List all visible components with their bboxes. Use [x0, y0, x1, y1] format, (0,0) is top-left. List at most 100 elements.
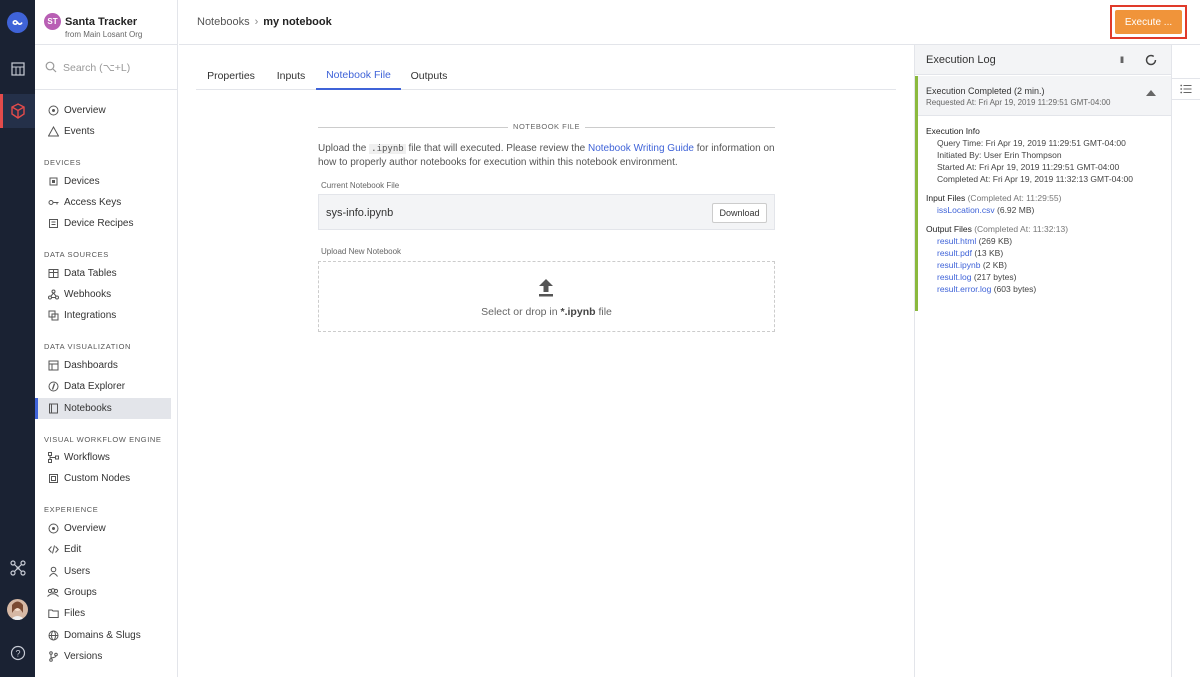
svg-text:?: ?: [15, 649, 20, 659]
current-file-label: Current Notebook File: [321, 181, 400, 190]
collapse-caret-icon[interactable]: [1146, 90, 1156, 96]
pause-icon[interactable]: II: [1120, 55, 1124, 65]
help-icon[interactable]: ?: [0, 636, 35, 670]
page-header: Notebooks › my notebook Execute ...: [179, 0, 1200, 45]
compass-icon: [47, 381, 59, 393]
execution-entry-header[interactable]: Execution Completed (2 min.) Requested A…: [918, 76, 1171, 116]
nav-experience-overview[interactable]: Overview: [35, 518, 171, 539]
list-icon[interactable]: [1172, 78, 1200, 100]
table-icon: [47, 268, 59, 280]
nav-groups[interactable]: Groups: [35, 582, 171, 603]
nav-devices[interactable]: Devices: [35, 171, 171, 192]
losant-logo-icon[interactable]: [7, 12, 28, 33]
nav-versions[interactable]: Versions: [35, 646, 171, 667]
tab-notebook-file[interactable]: Notebook File: [316, 62, 401, 90]
tab-properties[interactable]: Properties: [196, 62, 266, 90]
input-files-heading: Input Files (Completed At: 11:29:55): [926, 193, 1062, 203]
output-file-link[interactable]: result.error.log: [937, 284, 991, 294]
nav-notebooks[interactable]: Notebooks: [35, 398, 171, 419]
refresh-icon[interactable]: [1145, 54, 1157, 66]
execute-highlight: Execute ...: [1110, 5, 1187, 39]
notebook-writing-guide-link[interactable]: Notebook Writing Guide: [588, 143, 694, 154]
search-input[interactable]: Search (⌥+L): [63, 62, 130, 74]
right-toolbar: [1172, 45, 1200, 677]
tab-inputs[interactable]: Inputs: [266, 62, 316, 90]
input-file-link[interactable]: issLocation.csv: [937, 205, 995, 215]
custom-node-icon: [47, 473, 59, 485]
download-button[interactable]: Download: [712, 203, 767, 223]
output-file-link[interactable]: result.pdf: [937, 248, 972, 258]
nav-device-recipes[interactable]: Device Recipes: [35, 213, 171, 234]
globe-icon: [47, 630, 59, 642]
app-avatar: ST: [44, 13, 61, 30]
nav-section-devices: DEVICES: [44, 158, 82, 167]
notebook-tabs: Properties Inputs Notebook File Outputs: [196, 62, 896, 90]
app-rail: ?: [0, 0, 35, 677]
warning-icon: [47, 126, 59, 138]
nav-edit[interactable]: Edit: [35, 539, 171, 560]
output-file-row: result.log (217 bytes): [937, 272, 1017, 282]
execute-button[interactable]: Execute ...: [1115, 10, 1182, 34]
nav-files[interactable]: Files: [35, 603, 171, 624]
notebook-icon: [47, 403, 59, 415]
integration-icon: [47, 310, 59, 322]
output-files-heading: Output Files (Completed At: 11:32:13): [926, 224, 1069, 234]
output-file-link[interactable]: result.log: [937, 272, 972, 282]
input-file-row: issLocation.csv (6.92 MB): [937, 205, 1035, 215]
search-icon: [45, 61, 57, 73]
execution-log-panel: Execution Log II Execution Completed (2 …: [914, 45, 1172, 677]
execution-log-entry: Execution Completed (2 min.) Requested A…: [915, 76, 1171, 311]
execution-log-header: Execution Log II: [915, 45, 1171, 75]
network-icon[interactable]: [0, 551, 35, 585]
completed-at: Completed At: Fri Apr 19, 2019 11:32:13 …: [937, 174, 1133, 184]
breadcrumb-notebooks[interactable]: Notebooks: [197, 16, 250, 28]
overview-icon: [47, 105, 59, 117]
current-file-name: sys-info.ipynb: [326, 207, 394, 219]
upload-dropzone[interactable]: Select or drop in *.ipynb file: [318, 261, 775, 332]
chip-icon: [47, 176, 59, 188]
output-file-row: result.pdf (13 KB): [937, 248, 1004, 258]
search-field[interactable]: Search (⌥+L): [35, 45, 178, 90]
nav-data-tables[interactable]: Data Tables: [35, 263, 171, 284]
output-file-link[interactable]: result.html: [937, 236, 976, 246]
dashboard-icon[interactable]: [0, 52, 35, 86]
nav-section-vwe: VISUAL WORKFLOW ENGINE: [44, 435, 162, 444]
app-name: Santa Tracker: [65, 16, 138, 28]
nav-webhooks[interactable]: Webhooks: [35, 284, 171, 305]
output-file-row: result.error.log (603 bytes): [937, 284, 1037, 294]
cube-icon[interactable]: [0, 94, 35, 128]
avatar[interactable]: [7, 599, 28, 620]
nav-overview[interactable]: Overview: [35, 100, 171, 121]
webhook-icon: [47, 289, 59, 301]
app-org: from Main Losant Org: [65, 30, 143, 39]
app-switcher[interactable]: ST Santa Tracker from Main Losant Org: [35, 0, 178, 45]
output-file-link[interactable]: result.ipynb: [937, 260, 980, 270]
upload-icon: [539, 279, 553, 297]
nav-domains-slugs[interactable]: Domains & Slugs: [35, 625, 171, 646]
nav-data-explorer[interactable]: Data Explorer: [35, 376, 171, 397]
breadcrumb: Notebooks › my notebook: [197, 16, 332, 28]
user-icon: [47, 566, 59, 578]
nav-users[interactable]: Users: [35, 561, 171, 582]
nav-access-keys[interactable]: Access Keys: [35, 192, 171, 213]
workflow-icon: [47, 452, 59, 464]
execution-status: Execution Completed (2 min.): [926, 86, 1045, 96]
tab-outputs[interactable]: Outputs: [401, 62, 457, 90]
nav-workflows[interactable]: Workflows: [35, 447, 171, 468]
execution-requested-at: Requested At: Fri Apr 19, 2019 11:29:51 …: [926, 98, 1111, 107]
code-icon: [47, 544, 59, 556]
output-file-row: result.html (269 KB): [937, 236, 1013, 246]
breadcrumb-separator: ›: [254, 16, 259, 28]
current-file-box: sys-info.ipynb Download: [318, 194, 775, 230]
nav-custom-nodes[interactable]: Custom Nodes: [35, 468, 171, 489]
nav-integrations[interactable]: Integrations: [35, 305, 171, 326]
recipe-icon: [47, 218, 59, 230]
breadcrumb-current: my notebook: [263, 16, 332, 28]
execution-info-heading: Execution Info: [926, 126, 980, 136]
ipynb-code: .ipynb: [369, 144, 406, 154]
nav-dashboards[interactable]: Dashboards: [35, 355, 171, 376]
key-icon: [47, 197, 59, 209]
nav-events[interactable]: Events: [35, 121, 171, 142]
upload-label: Upload New Notebook: [321, 247, 402, 256]
initiated-by: Initiated By: User Erin Thompson: [937, 150, 1062, 160]
